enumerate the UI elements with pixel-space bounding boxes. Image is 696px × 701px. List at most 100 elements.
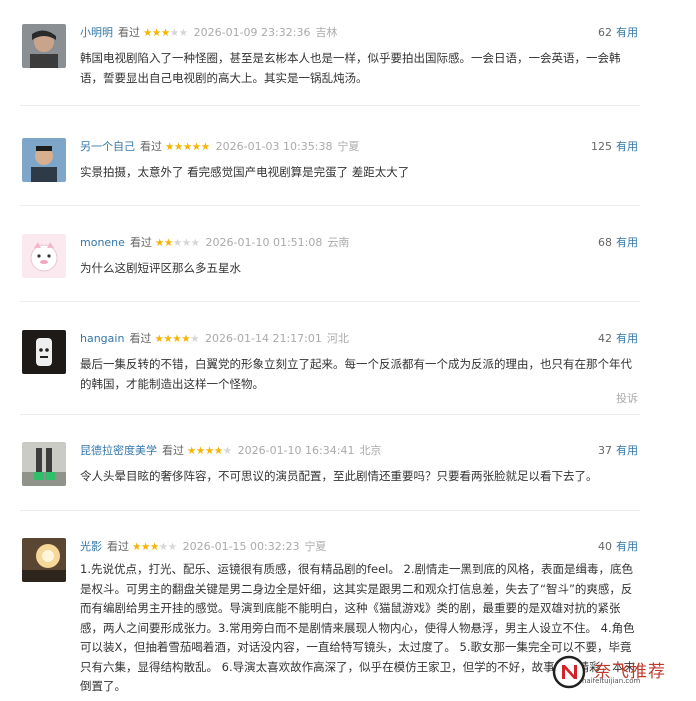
star-icon: ★ [178, 27, 188, 39]
divider [20, 510, 640, 511]
star-icon: ★ [140, 541, 150, 553]
username-link[interactable]: 光影 [80, 540, 102, 553]
star-rating: ★★★★★ [143, 24, 188, 42]
review-header: monene 看过 ★★★★★ 2026-01-10 01:51:08 云南 [80, 234, 349, 252]
star-rating: ★★★★★ [132, 538, 177, 556]
star-icon: ★ [165, 141, 174, 153]
review-location: 北京 [359, 444, 382, 457]
star-icon: ★ [181, 333, 191, 345]
star-icon: ★ [200, 141, 210, 153]
useful-button[interactable]: 有用 [616, 540, 638, 553]
star-icon: ★ [190, 333, 200, 345]
review-header: 另一个自己 看过 ★★★★★ 2026-01-03 10:35:38 宁夏 [80, 138, 359, 156]
star-icon: ★ [172, 333, 182, 345]
vote-area: 42 有用 [598, 330, 638, 348]
watched-status: 看过 [129, 332, 152, 345]
star-icon: ★ [160, 27, 170, 39]
watched-status: 看过 [140, 140, 162, 153]
star-rating: ★★★★★ [187, 442, 232, 460]
review-date: 2026-01-03 10:35:38 [215, 140, 333, 153]
review-date: 2026-01-09 23:32:36 [193, 26, 311, 39]
star-icon: ★ [158, 541, 168, 553]
review-date: 2026-01-10 01:51:08 [205, 236, 323, 249]
star-icon: ★ [213, 445, 223, 457]
star-icon: ★ [222, 445, 232, 457]
star-icon: ★ [163, 237, 173, 249]
review-date: 2026-01-15 00:32:23 [182, 540, 300, 553]
review-location: 吉林 [315, 26, 338, 39]
vote-area: 40 有用 [598, 538, 638, 556]
vote-count: 68 [598, 236, 612, 249]
watermark-url: naifeituijian.com [582, 677, 641, 685]
star-icon: ★ [151, 27, 161, 39]
review-location: 宁夏 [304, 540, 327, 553]
avatar[interactable] [22, 330, 66, 374]
vote-count: 42 [598, 332, 612, 345]
watched-status: 看过 [129, 236, 152, 249]
star-icon: ★ [172, 237, 182, 249]
watched-status: 看过 [118, 26, 140, 39]
review-header: 小明明 看过 ★★★★★ 2026-01-09 23:32:36 吉林 [80, 24, 337, 42]
useful-button[interactable]: 有用 [616, 236, 638, 249]
username-link[interactable]: 昆德拉密度美学 [80, 444, 157, 457]
review-text: 最后一集反转的不错，白翼党的形象立刻立了起来。每一个反派都有一个成为反派的理由，… [80, 357, 632, 391]
vote-count: 62 [598, 26, 612, 39]
review-text: 韩国电视剧陷入了一种怪圈，甚至是玄彬本人也是一样，似乎要拍出国际感。一会日语，一… [80, 51, 621, 85]
star-rating: ★★★★★ [155, 234, 200, 252]
avatar[interactable] [22, 138, 66, 182]
star-icon: ★ [204, 445, 214, 457]
star-icon: ★ [154, 237, 164, 249]
star-icon: ★ [190, 237, 200, 249]
star-icon: ★ [187, 445, 196, 457]
review-text: 令人头晕目眩的奢侈阵容，不可思议的演员配置，至此剧情还重要吗？只要看两张脸就足以… [80, 469, 598, 483]
watched-status: 看过 [107, 540, 129, 553]
vote-area: 125 有用 [591, 138, 638, 156]
review-location: 宁夏 [337, 140, 360, 153]
avatar[interactable] [22, 442, 66, 486]
vote-area: 62 有用 [598, 24, 638, 42]
star-icon: ★ [191, 141, 201, 153]
review-header: 昆德拉密度美学 看过 ★★★★★ 2026-01-10 16:34:41 北京 [80, 442, 381, 460]
star-icon: ★ [132, 541, 141, 553]
review-date: 2026-01-14 21:17:01 [205, 332, 322, 345]
review-date: 2026-01-10 16:34:41 [237, 444, 355, 457]
useful-button[interactable]: 有用 [616, 332, 638, 345]
useful-button[interactable]: 有用 [616, 26, 638, 39]
avatar[interactable] [22, 538, 66, 582]
review-location: 河北 [326, 332, 349, 345]
divider [20, 301, 640, 302]
review-header: 光影 看过 ★★★★★ 2026-01-15 00:32:23 宁夏 [80, 538, 326, 556]
star-icon: ★ [195, 445, 205, 457]
star-rating: ★★★★★ [154, 330, 199, 348]
useful-button[interactable]: 有用 [616, 444, 638, 457]
star-icon: ★ [182, 141, 192, 153]
divider [20, 105, 640, 106]
username-link[interactable]: hangain [80, 332, 124, 345]
report-link[interactable]: 投诉 [616, 390, 638, 406]
star-icon: ★ [181, 237, 191, 249]
star-icon: ★ [167, 541, 177, 553]
username-link[interactable]: monene [80, 236, 125, 249]
vote-count: 40 [598, 540, 612, 553]
vote-count: 37 [598, 444, 612, 457]
divider [20, 205, 640, 206]
star-icon: ★ [173, 141, 183, 153]
watermark: 奈飞推荐 naifeituijian.com [538, 655, 688, 689]
star-rating: ★★★★★ [165, 138, 210, 156]
star-icon: ★ [143, 27, 152, 39]
username-link[interactable]: 小明明 [80, 26, 113, 39]
vote-area: 68 有用 [598, 234, 638, 252]
review-header: hangain 看过 ★★★★★ 2026-01-14 21:17:01 河北 [80, 330, 349, 348]
divider [20, 414, 640, 415]
star-icon: ★ [149, 541, 159, 553]
useful-button[interactable]: 有用 [616, 140, 638, 153]
star-icon: ★ [163, 333, 173, 345]
username-link[interactable]: 另一个自己 [80, 140, 135, 153]
avatar[interactable] [22, 234, 66, 278]
vote-count: 125 [591, 140, 612, 153]
vote-area: 37 有用 [598, 442, 638, 460]
avatar[interactable] [22, 24, 66, 68]
review-text: 实景拍摄，太意外了 看完感觉国产电视剧算是完蛋了 差距太大了 [80, 165, 410, 179]
review-text: 为什么这剧短评区那么多五星水 [80, 261, 241, 275]
review-location: 云南 [327, 236, 350, 249]
